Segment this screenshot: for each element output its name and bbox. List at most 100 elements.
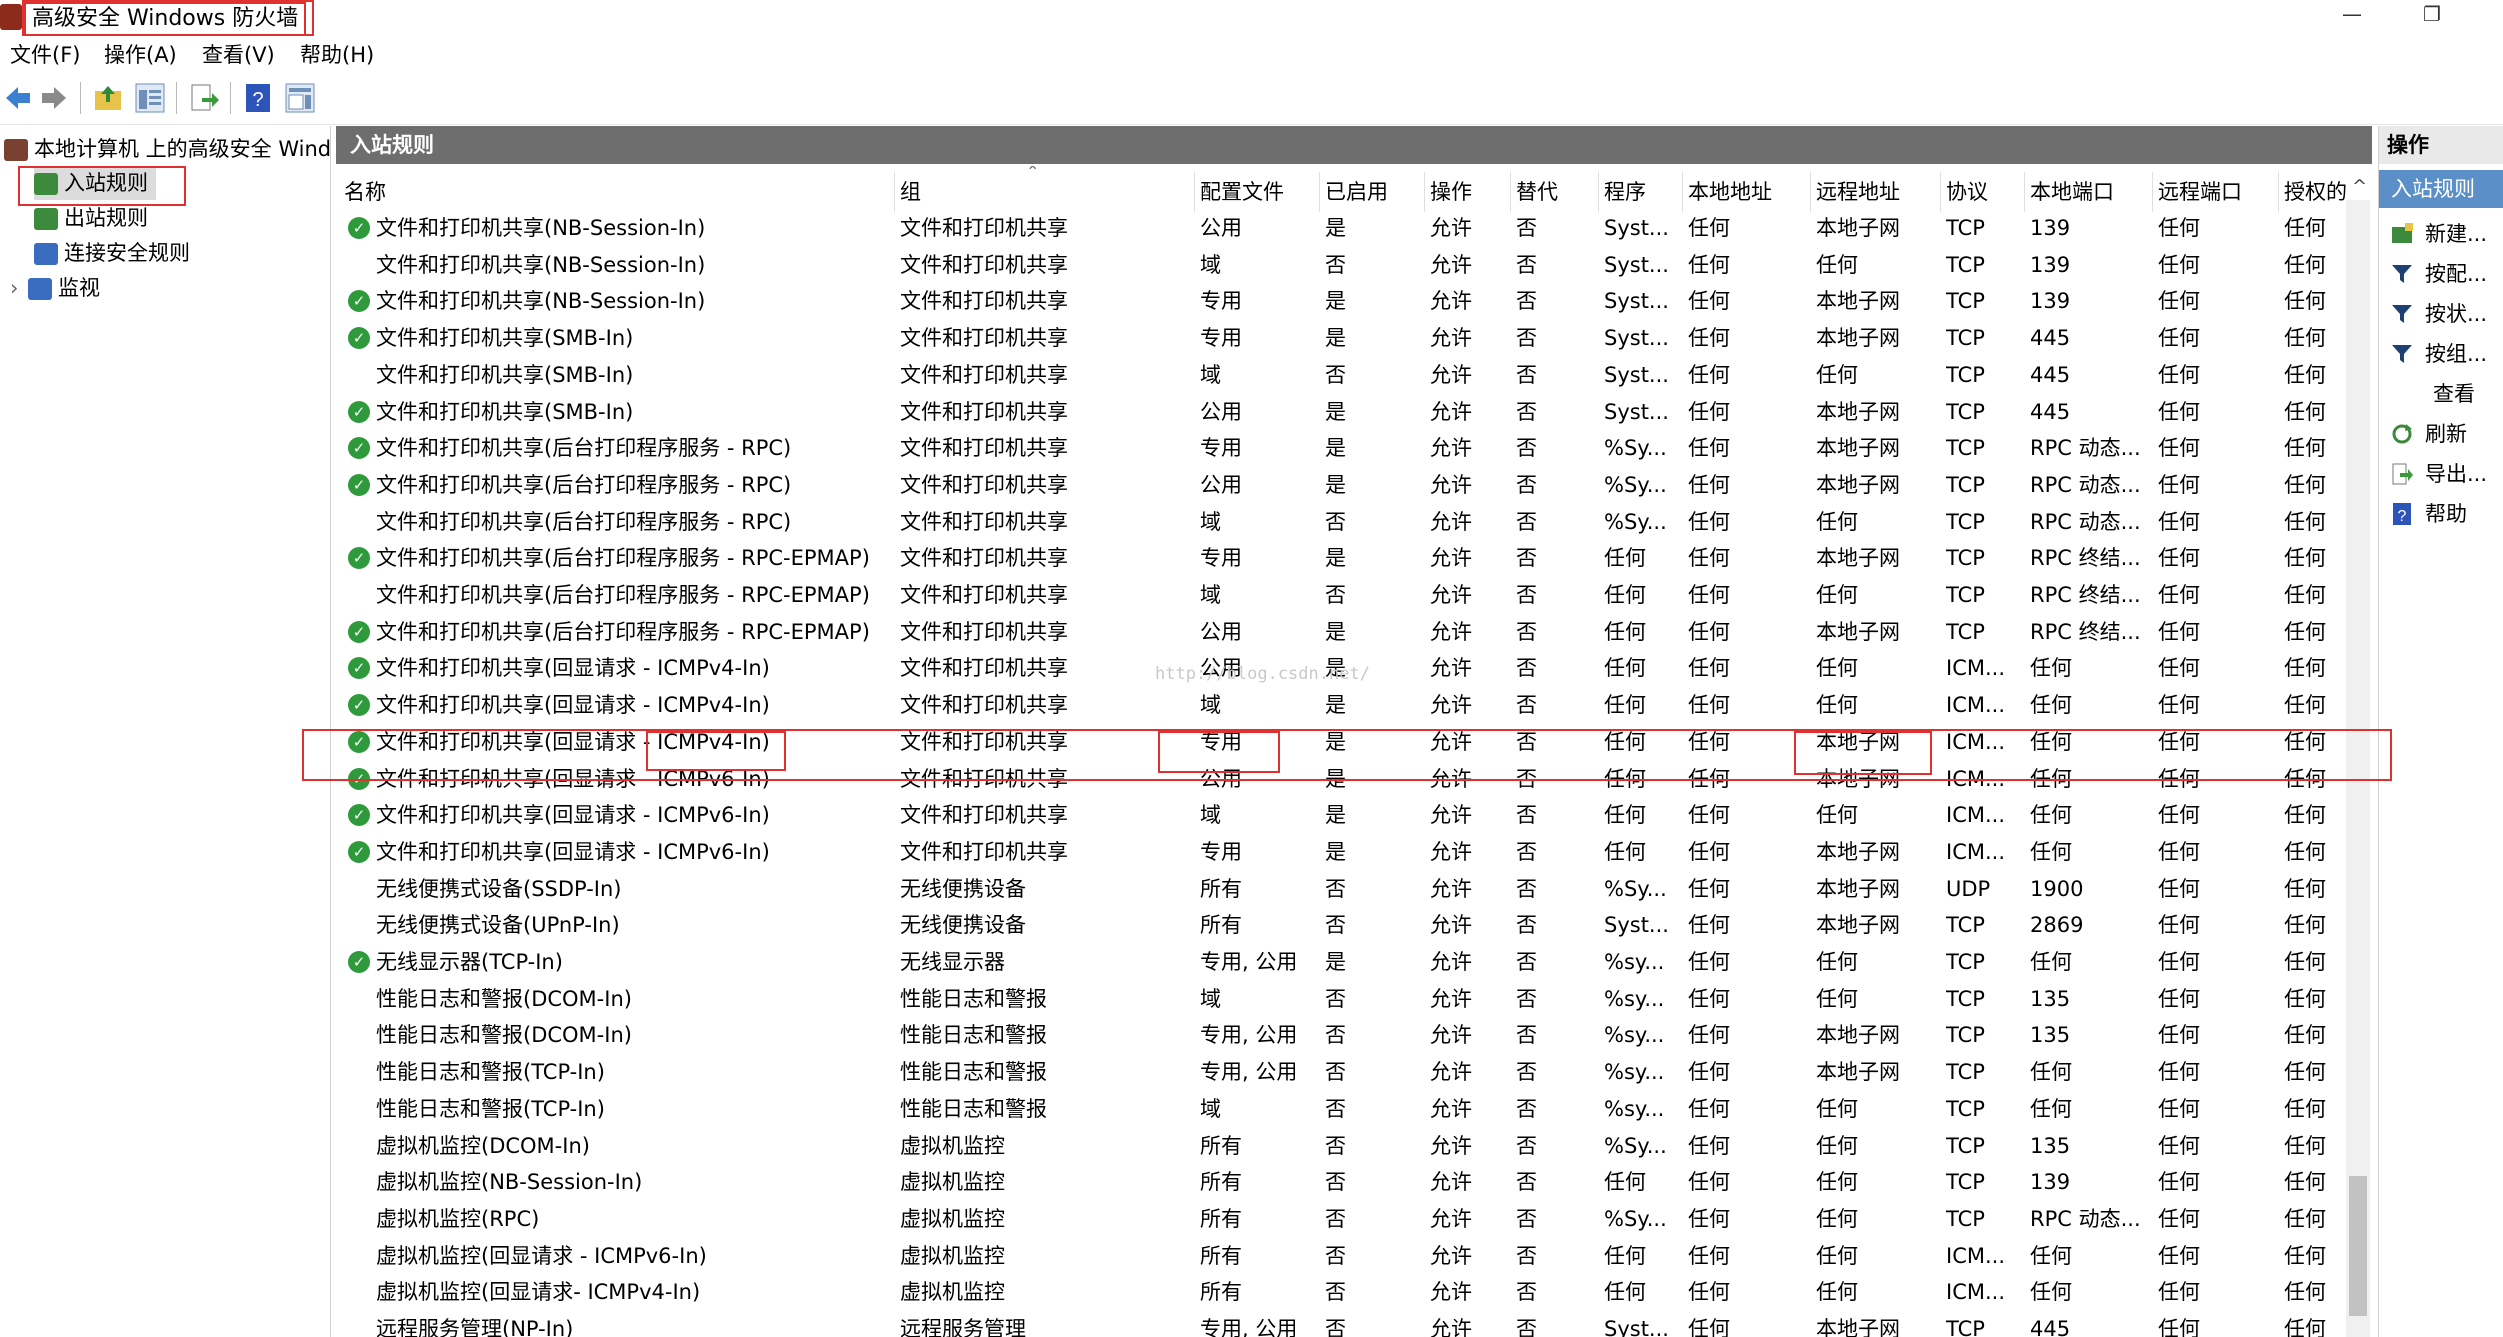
column-separator[interactable]	[1682, 172, 1683, 212]
column-separator[interactable]	[2278, 172, 2279, 212]
action-item[interactable]: 查看	[2379, 374, 2503, 414]
table-row[interactable]: ✓ 文件和打印机共享(NB-Session-In) 文件和打印机共享 公用 是 允许 否 Sy…	[336, 210, 2372, 247]
cell-remote-address: 本地子网	[1816, 913, 1900, 938]
column-header-remote-address[interactable]: 远程地址	[1816, 166, 1940, 212]
table-row[interactable]: ✓ 文件和打印机共享(回显请求 - ICMPv6-In) 文件和打印机共享 专用 是 允许…	[336, 834, 2372, 871]
cell-local-port: 139	[2030, 1170, 2071, 1195]
column-separator[interactable]	[1424, 172, 1425, 212]
back-arrow-icon[interactable]	[2, 82, 34, 114]
action-label: 帮助	[2425, 502, 2467, 526]
cell-name: 文件和打印机共享(回显请求 - ICMPv6-In)	[376, 839, 770, 864]
column-separator[interactable]	[1194, 172, 1195, 212]
table-row[interactable]: 虚拟机监控(回显请求 - ICMPv6-In) 虚拟机监控 所有 否 允许 否 任何 任何 任何…	[336, 1238, 2372, 1275]
table-row[interactable]: 虚拟机监控(DCOM-In) 虚拟机监控 所有 否 允许 否 %Sy... 任何 任何 TCP 13…	[336, 1128, 2372, 1165]
scrollbar-thumb[interactable]	[2349, 1176, 2367, 1316]
action-item[interactable]: ? 帮助	[2379, 494, 2503, 534]
column-header-local-address[interactable]: 本地地址	[1688, 166, 1810, 212]
table-row[interactable]: 文件和打印机共享(后台打印程序服务 - RPC-EPMAP) 文件和打印机共享 域 否…	[336, 577, 2372, 614]
cell-override: 否	[1516, 583, 1537, 607]
table-row[interactable]: 性能日志和警报(TCP-In) 性能日志和警报 域 否 允许 否 %sy... 任何 任何 TCP…	[336, 1091, 2372, 1128]
help-icon[interactable]: ?	[242, 82, 274, 114]
table-row[interactable]: ✓ 文件和打印机共享(后台打印程序服务 - RPC) 文件和打印机共享 公用 是 允许 否%…	[336, 467, 2372, 504]
table-row[interactable]: ✓ 文件和打印机共享(SMB-In) 文件和打印机共享 公用 是 允许 否 Syst... 任何…	[336, 394, 2372, 431]
tree-item-connection-security[interactable]: 连接安全规则	[34, 236, 190, 270]
cell-program: Syst...	[1604, 326, 1669, 351]
show-tree-icon[interactable]	[134, 82, 166, 114]
table-row[interactable]: 文件和打印机共享(NB-Session-In) 文件和打印机共享 域 否 允许 否 Syst…	[336, 247, 2372, 284]
table-row[interactable]: ✓ 文件和打印机共享(NB-Session-In) 文件和打印机共享 专用 是 允许 否 Sy…	[336, 283, 2372, 320]
column-header-local-port[interactable]: 本地端口	[2030, 166, 2152, 212]
action-item[interactable]: 刷新	[2379, 414, 2503, 454]
menu-action[interactable]: 操作(A)	[100, 40, 181, 70]
menu-view[interactable]: 查看(V)	[198, 40, 279, 70]
action-item[interactable]: 新建...	[2379, 214, 2503, 254]
tree-root-local-computer[interactable]: 本地计算机 上的高级安全 Windows	[4, 132, 330, 166]
restore-button[interactable]: ❐	[2402, 0, 2462, 32]
menu-file[interactable]: 文件(F)	[6, 40, 84, 70]
tree-item-monitoring[interactable]: › 监视	[10, 271, 100, 305]
cell-remote-port: 任何	[2158, 1133, 2200, 1158]
column-header-action[interactable]: 操作	[1430, 166, 1510, 212]
export-list-icon[interactable]	[188, 82, 220, 114]
table-row[interactable]: 虚拟机监控(RPC) 虚拟机监控 所有 否 允许 否 %Sy... 任何 任何 TCP RPC 动态…	[336, 1201, 2372, 1238]
cell-program: Syst...	[1604, 913, 1669, 938]
column-separator[interactable]	[1810, 172, 1811, 212]
table-row[interactable]: 虚拟机监控(回显请求- ICMPv4-In) 虚拟机监控 所有 否 允许 否 任何 任何 任何 I…	[336, 1274, 2372, 1311]
chevron-right-icon[interactable]: ›	[10, 271, 28, 305]
cell-local-port: 任何	[2030, 656, 2072, 681]
table-row[interactable]: 远程服务管理(NP-In) 远程服务管理 专用, 公用 否 允许 否 Syst... 任何 本地…	[336, 1311, 2372, 1337]
table-row[interactable]: ✓ 文件和打印机共享(SMB-In) 文件和打印机共享 专用 是 允许 否 Syst... 任何…	[336, 320, 2372, 357]
table-row[interactable]: 虚拟机监控(NB-Session-In) 虚拟机监控 所有 否 允许 否 任何 任何 任何 TCP…	[336, 1164, 2372, 1201]
column-separator[interactable]	[1510, 172, 1511, 212]
scroll-up-icon[interactable]: ^	[2352, 176, 2367, 197]
column-separator[interactable]	[1319, 172, 1320, 212]
actions-section-inbound[interactable]: 入站规则	[2379, 170, 2503, 208]
cell-protocol: ICM...	[1946, 693, 2006, 718]
cell-enabled: 否	[1325, 876, 1346, 901]
table-row[interactable]: 文件和打印机共享(SMB-In) 文件和打印机共享 域 否 允许 否 Syst... 任何 任何…	[336, 357, 2372, 394]
cell-profile: 专用, 公用	[1200, 1060, 1298, 1085]
tree-item-outbound-rules[interactable]: 出站规则	[34, 201, 148, 235]
column-header-protocol[interactable]: 协议	[1946, 166, 2024, 212]
cell-enabled: 是	[1325, 472, 1346, 497]
column-header-profile[interactable]: 配置文件	[1200, 166, 1319, 212]
minimize-button[interactable]: —	[2322, 0, 2382, 32]
action-item[interactable]: 按配...	[2379, 254, 2503, 294]
up-folder-icon[interactable]	[92, 82, 124, 114]
column-separator[interactable]	[1940, 172, 1941, 212]
cell-local-port: RPC 动态...	[2030, 436, 2141, 461]
table-row[interactable]: ✓ 文件和打印机共享(后台打印程序服务 - RPC-EPMAP) 文件和打印机共享 公…	[336, 614, 2372, 651]
column-separator[interactable]	[894, 172, 895, 212]
column-separator[interactable]	[2152, 172, 2153, 212]
cell-program: 任何	[1604, 583, 1646, 607]
table-row[interactable]: ✓ 文件和打印机共享(后台打印程序服务 - RPC) 文件和打印机共享 专用 是 允许 否%…	[336, 430, 2372, 467]
column-separator[interactable]	[2024, 172, 2025, 212]
action-item[interactable]: 导出...	[2379, 454, 2503, 494]
table-row[interactable]: 性能日志和警报(DCOM-In) 性能日志和警报 域 否 允许 否 %sy... 任何 任何 TC…	[336, 981, 2372, 1018]
column-header-group[interactable]: 组	[900, 166, 1194, 212]
table-row[interactable]: ✓ 文件和打印机共享(后台打印程序服务 - RPC-EPMAP) 文件和打印机共享 专…	[336, 540, 2372, 577]
action-item[interactable]: 按状...	[2379, 294, 2503, 334]
table-row[interactable]: 性能日志和警报(DCOM-In) 性能日志和警报 专用, 公用 否 允许 否 %sy... 任…	[336, 1017, 2372, 1054]
table-row[interactable]: ✓ 无线显示器(TCP-In) 无线显示器 专用, 公用 是 允许 否 %sy... 任何 任何 T…	[336, 944, 2372, 981]
column-header-name[interactable]: 名称	[344, 166, 894, 212]
cell-enabled: 否	[1325, 1280, 1346, 1305]
cell-name: 虚拟机监控(RPC)	[376, 1206, 540, 1231]
column-header-enabled[interactable]: 已启用	[1325, 166, 1424, 212]
cell-local-address: 任何	[1688, 362, 1730, 387]
action-item[interactable]: 按组...	[2379, 334, 2503, 374]
cell-protocol: TCP	[1946, 1133, 1985, 1158]
menu-help[interactable]: 帮助(H)	[296, 40, 378, 70]
show-action-pane-icon[interactable]	[284, 82, 316, 114]
column-separator[interactable]	[1598, 172, 1599, 212]
table-row[interactable]: ✓ 文件和打印机共享(回显请求 - ICMPv6-In) 文件和打印机共享 域 是 允许 否…	[336, 797, 2372, 834]
table-row[interactable]: ✓ 文件和打印机共享(回显请求 - ICMPv4-In) 文件和打印机共享 域 是 允许 否…	[336, 687, 2372, 724]
forward-arrow-icon[interactable]	[38, 82, 70, 114]
column-header-override[interactable]: 替代	[1516, 166, 1598, 212]
table-row[interactable]: 无线便携式设备(UPnP-In) 无线便携设备 所有 否 允许 否 Syst... 任何 本地子…	[336, 907, 2372, 944]
column-header-remote-port[interactable]: 远程端口	[2158, 166, 2278, 212]
table-row[interactable]: 文件和打印机共享(后台打印程序服务 - RPC) 文件和打印机共享 域 否 允许 否 %Sy…	[336, 504, 2372, 541]
table-row[interactable]: 性能日志和警报(TCP-In) 性能日志和警报 专用, 公用 否 允许 否 %sy... 任何…	[336, 1054, 2372, 1091]
table-row[interactable]: 无线便携式设备(SSDP-In) 无线便携设备 所有 否 允许 否 %Sy... 任何 本地子网…	[336, 871, 2372, 908]
column-header-program[interactable]: 程序	[1604, 166, 1682, 212]
